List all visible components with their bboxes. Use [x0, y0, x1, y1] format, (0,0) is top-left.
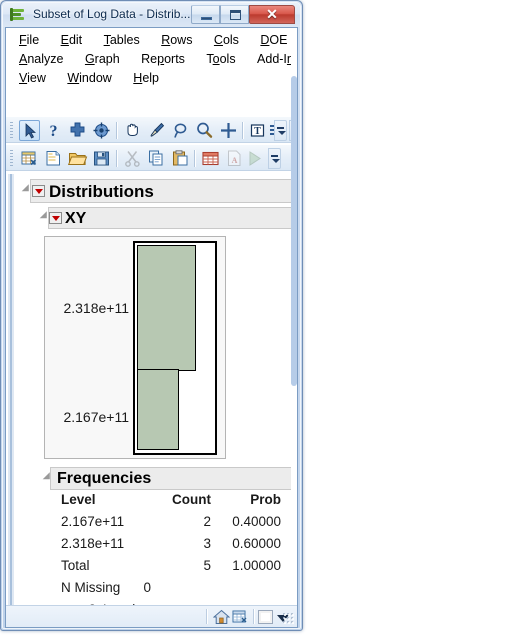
- restore-icon: [230, 10, 241, 20]
- open-folder-icon[interactable]: [67, 148, 88, 169]
- menu-item-tools[interactable]: Tools: [203, 50, 238, 67]
- statusbar-separator-2: [253, 609, 255, 624]
- xy-red-triangle-menu[interactable]: [49, 212, 62, 224]
- axis-tick-label-low: 2.167e+11: [63, 409, 129, 425]
- table-row-level-1: 2.318e+11: [61, 536, 125, 551]
- menu-item-cols[interactable]: Cols: [211, 31, 242, 48]
- cut-scissors-icon: [122, 148, 143, 169]
- menu-row-3: View Window Help: [16, 69, 297, 88]
- window-title: Subset of Log Data - Distrib...: [33, 7, 191, 21]
- jmp-report-window: Subset of Log Data - Distrib... ✕ File E…: [0, 0, 303, 631]
- crosshair-plus-tool-icon[interactable]: [218, 120, 239, 141]
- text-annotate-tool-icon[interactable]: T: [247, 120, 268, 141]
- toolbar-separator-2: [242, 122, 244, 139]
- toolbar-grip[interactable]: [10, 122, 13, 138]
- table-row-level-2: Total: [61, 558, 90, 573]
- restore-button[interactable]: [220, 5, 249, 24]
- file-toolbar: A: [6, 144, 297, 171]
- menu-item-graph[interactable]: Graph: [82, 50, 123, 67]
- lasso-tool-icon[interactable]: [170, 120, 191, 141]
- close-button[interactable]: ✕: [249, 5, 295, 24]
- svg-text:?: ?: [50, 123, 58, 140]
- minimize-icon: [201, 17, 212, 20]
- distributions-red-triangle-menu[interactable]: [32, 185, 45, 197]
- crosshair-tool-icon[interactable]: [67, 120, 88, 141]
- toolbar2-grip[interactable]: [10, 150, 13, 166]
- table-row-level-0: 2.167e+11: [61, 514, 125, 529]
- menu-item-view[interactable]: View: [16, 69, 49, 86]
- hand-grabber-tool-icon[interactable]: [122, 120, 143, 141]
- bar-segment-high[interactable]: [137, 245, 197, 371]
- close-icon: ✕: [266, 6, 278, 22]
- menu-bar: File Edit Tables Rows Cols DOE Analyze G…: [6, 28, 297, 90]
- new-script-icon[interactable]: [43, 148, 64, 169]
- data-grid-icon[interactable]: [200, 148, 221, 169]
- menu-item-window[interactable]: Window: [64, 69, 114, 86]
- table-row-prob-2: 1.00000: [232, 558, 281, 573]
- table-row-prob-1: 0.60000: [232, 536, 281, 551]
- menu-row-1: File Edit Tables Rows Cols DOE: [16, 31, 297, 50]
- menu-item-tables[interactable]: Tables: [101, 31, 143, 48]
- run-script-icon: [244, 148, 265, 169]
- bar-segment-low[interactable]: [137, 369, 180, 450]
- new-data-table-icon[interactable]: [19, 148, 40, 169]
- report-panel: Distributions XY 2.318e+11 2.167e+11 Fre…: [6, 174, 297, 619]
- frequencies-title: Frequencies: [57, 470, 152, 487]
- toolbar1-overflow[interactable]: [274, 120, 287, 141]
- tools-toolbar: ? T: [6, 116, 297, 143]
- magnifier-zoom-tool-icon[interactable]: [194, 120, 215, 141]
- svg-text:A: A: [232, 156, 238, 165]
- svg-text:T: T: [254, 126, 261, 137]
- table-row-count-3: 0: [143, 580, 151, 595]
- toolbar2-separator-2: [194, 150, 196, 167]
- home-icon[interactable]: [212, 609, 231, 625]
- frequencies-table: Level Count Prob 2.167e+11 2 0.40000 2.3…: [6, 492, 297, 617]
- save-floppy-icon[interactable]: [91, 148, 112, 169]
- xy-title: XY: [65, 210, 87, 227]
- menu-item-reports[interactable]: Reports: [138, 50, 188, 67]
- minimize-button[interactable]: [191, 5, 220, 24]
- vertical-scrollbar[interactable]: [291, 28, 297, 627]
- axis-tick-label-high: 2.318e+11: [63, 300, 129, 316]
- data-table-icon[interactable]: [232, 609, 249, 625]
- scrollbar-thumb[interactable]: [291, 76, 297, 386]
- title-bar[interactable]: Subset of Log Data - Distrib... ✕: [3, 3, 300, 27]
- jmp-logo-icon: [10, 8, 27, 22]
- toolbar2-overflow[interactable]: [268, 148, 281, 169]
- paste-clipboard-icon[interactable]: [170, 148, 191, 169]
- table-row-prob-0: 0.40000: [232, 514, 281, 529]
- client-area: File Edit Tables Rows Cols DOE Analyze G…: [5, 27, 298, 628]
- arrow-select-tool-icon[interactable]: [19, 120, 40, 141]
- question-help-tool-icon[interactable]: ?: [43, 120, 64, 141]
- menu-item-doe[interactable]: DOE: [257, 31, 290, 48]
- column-header-prob: Prob: [250, 492, 281, 507]
- menu-item-edit[interactable]: Edit: [58, 31, 86, 48]
- toolbar-separator: [116, 122, 118, 139]
- menu-row-2: Analyze Graph Reports Tools Add-Ins: [16, 50, 297, 69]
- statusbar-separator: [206, 609, 208, 624]
- status-bar: [6, 605, 297, 627]
- resize-grip[interactable]: [282, 612, 294, 624]
- pdf-export-icon: A: [224, 148, 245, 169]
- target-annotate-tool-icon[interactable]: [91, 120, 112, 141]
- toolbar2-separator: [116, 150, 118, 167]
- column-header-level: Level: [61, 492, 96, 507]
- brush-tool-icon[interactable]: [146, 120, 167, 141]
- pane-toggle-button[interactable]: [258, 610, 273, 624]
- menu-item-analyze[interactable]: Analyze: [16, 50, 66, 67]
- menu-item-file[interactable]: File: [16, 31, 42, 48]
- copy-icon[interactable]: [146, 148, 167, 169]
- menu-item-help[interactable]: Help: [130, 69, 162, 86]
- distributions-title: Distributions: [49, 182, 154, 201]
- menu-item-rows[interactable]: Rows: [158, 31, 195, 48]
- distribution-plot[interactable]: 2.318e+11 2.167e+11: [44, 236, 226, 459]
- divided-bar-box: [133, 241, 217, 455]
